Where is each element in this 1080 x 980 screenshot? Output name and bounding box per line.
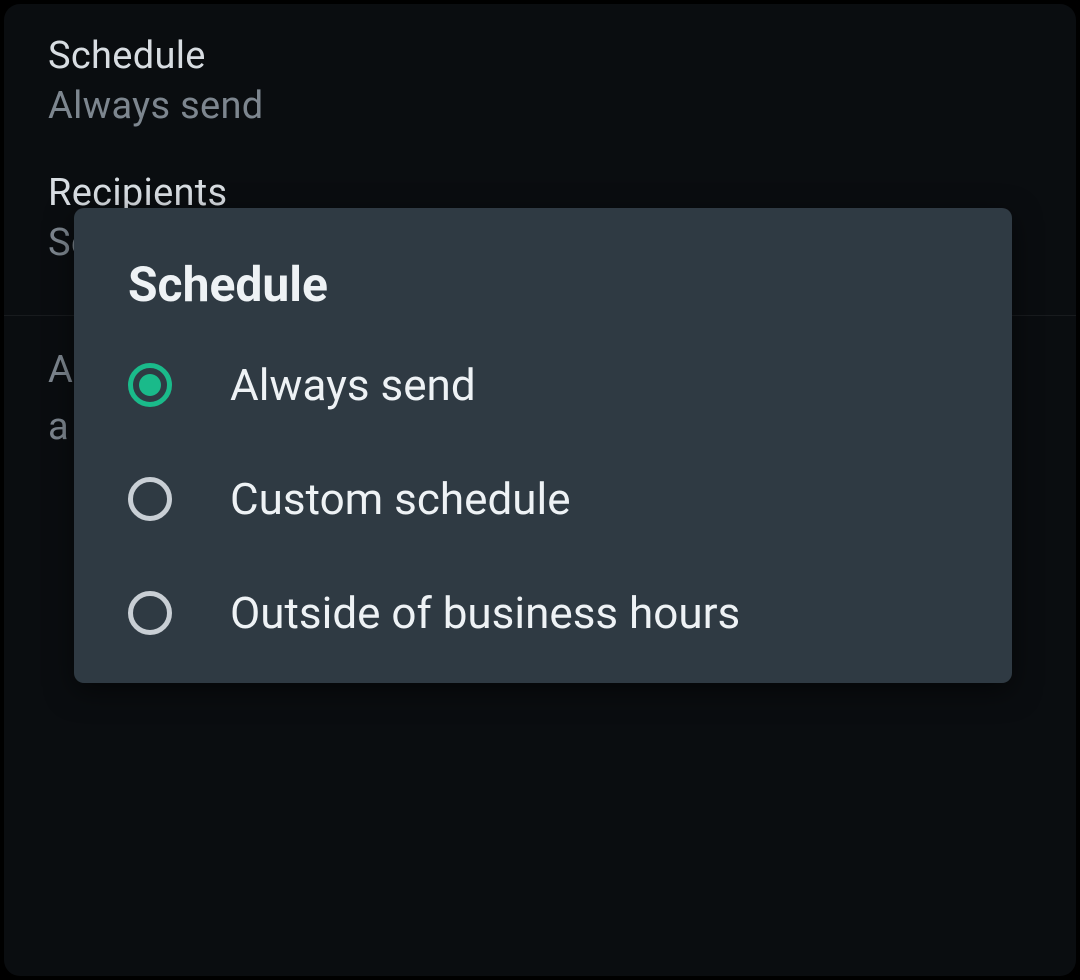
schedule-options: Always send Custom schedule Outside of b… bbox=[128, 359, 958, 639]
option-label: Outside of business hours bbox=[230, 587, 740, 639]
option-custom-schedule[interactable]: Custom schedule bbox=[128, 473, 958, 525]
schedule-section[interactable]: Schedule Always send bbox=[48, 32, 1032, 169]
option-always-send[interactable]: Always send bbox=[128, 359, 958, 411]
schedule-dialog: Schedule Always send Custom schedule Out… bbox=[74, 208, 1012, 683]
schedule-title: Schedule bbox=[48, 32, 1032, 81]
dialog-title: Schedule bbox=[128, 256, 958, 313]
radio-unchecked-icon bbox=[128, 477, 172, 521]
option-outside-business-hours[interactable]: Outside of business hours bbox=[128, 587, 958, 639]
option-label: Custom schedule bbox=[230, 473, 571, 525]
radio-unchecked-icon bbox=[128, 591, 172, 635]
radio-checked-icon bbox=[128, 363, 172, 407]
schedule-value: Always send bbox=[48, 81, 1032, 132]
option-label: Always send bbox=[230, 359, 476, 411]
